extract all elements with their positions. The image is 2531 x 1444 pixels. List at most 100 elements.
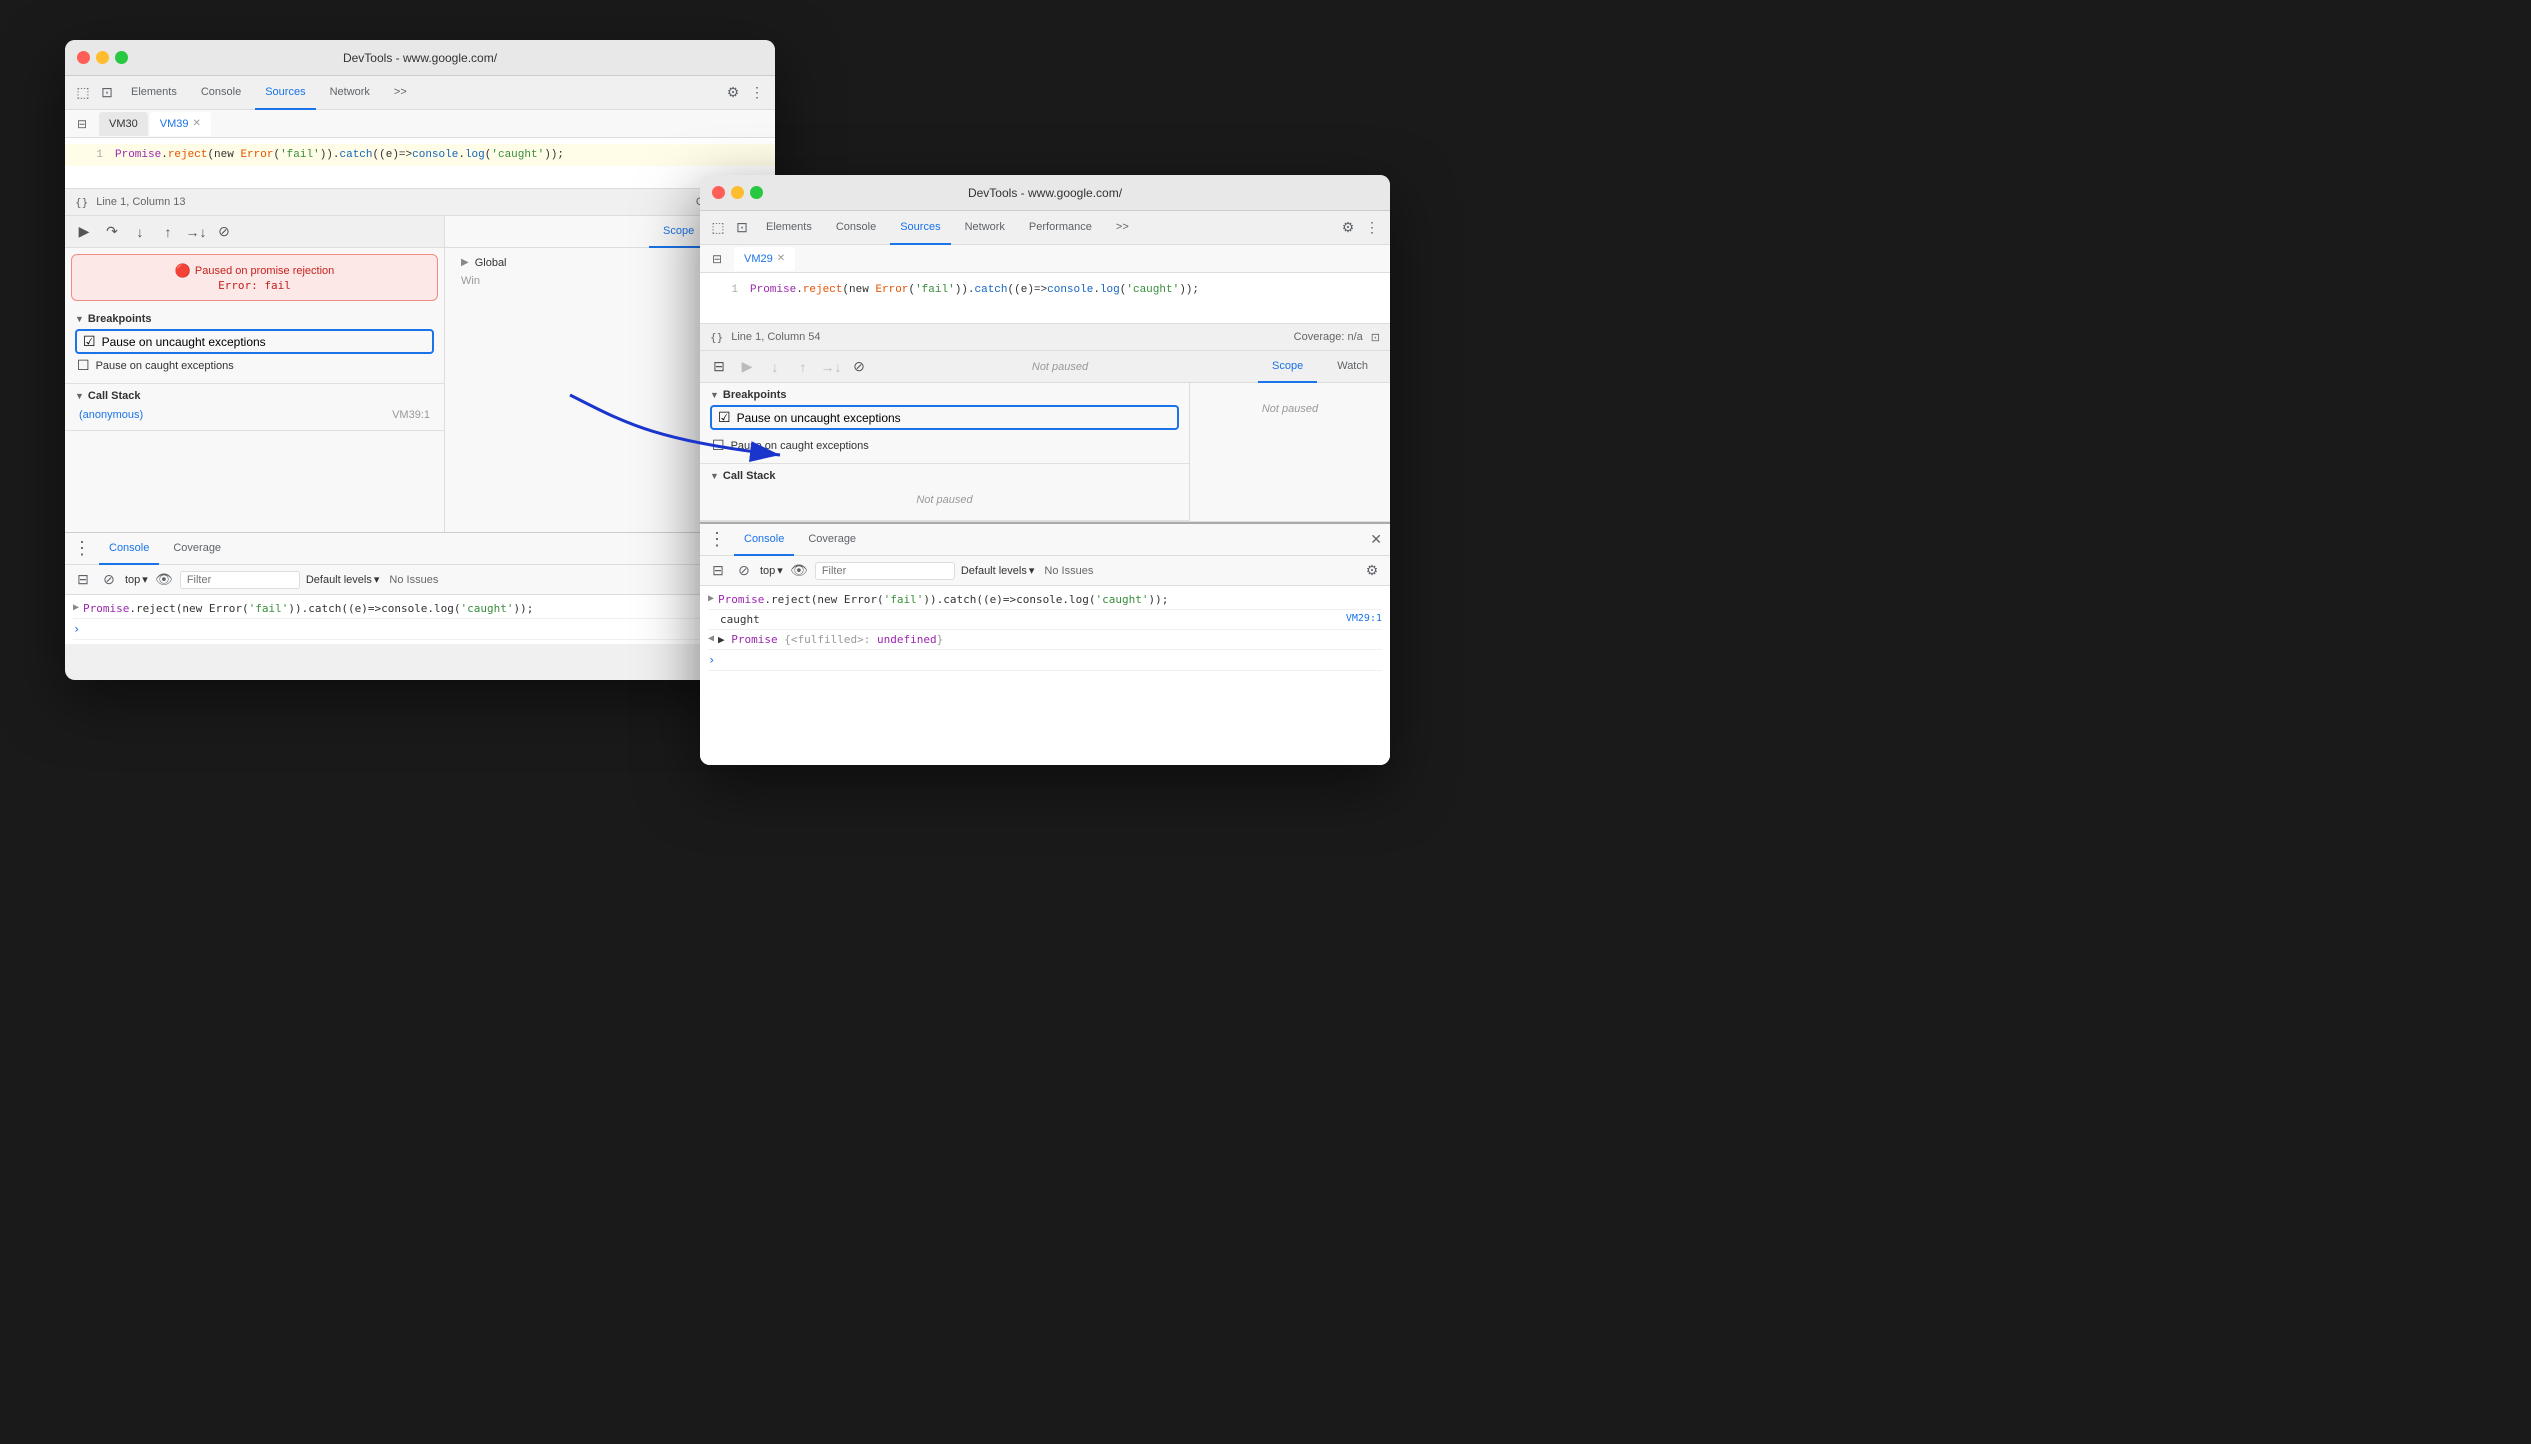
console-tab-2[interactable]: Console bbox=[734, 524, 794, 556]
maximize-button[interactable] bbox=[115, 51, 128, 64]
checkbox-uncaught-2[interactable]: ☑ bbox=[718, 409, 731, 426]
sidebar-toggle-1[interactable]: ⊟ bbox=[73, 115, 91, 133]
code-area-1: 1 Promise.reject(new Error('fail')).catc… bbox=[65, 138, 775, 188]
tab-network-1[interactable]: Network bbox=[320, 76, 380, 110]
close-console-btn[interactable]: ✕ bbox=[1370, 531, 1382, 548]
resume-btn-2[interactable]: ▶ bbox=[736, 356, 758, 378]
default-levels-1[interactable]: Default levels ▾ bbox=[306, 573, 380, 586]
device-icon[interactable]: ⊡ bbox=[97, 83, 117, 103]
close-tab-vm29[interactable]: ✕ bbox=[777, 253, 785, 264]
filter-input-1[interactable] bbox=[180, 571, 300, 589]
tab-console-2[interactable]: Console bbox=[826, 211, 886, 245]
devtools-window-2[interactable]: DevTools - www.google.com/ ⬚ ⊡ Elements … bbox=[700, 175, 1390, 765]
gear-icon-1[interactable]: ⚙ bbox=[723, 83, 743, 103]
tab-elements-1[interactable]: Elements bbox=[121, 76, 187, 110]
file-tab-vm30-1[interactable]: VM30 bbox=[99, 112, 148, 136]
tab-elements-2[interactable]: Elements bbox=[756, 211, 822, 245]
deactivate-btn-2[interactable]: ⊘ bbox=[848, 356, 870, 378]
resume-btn[interactable]: ▶ bbox=[73, 221, 95, 243]
scope-arrow-global: ▶ bbox=[461, 257, 469, 269]
eye-icon-2[interactable]: 👁 bbox=[789, 561, 809, 581]
tab-performance-2[interactable]: Performance bbox=[1019, 211, 1102, 245]
file-tab-vm39[interactable]: VM39 ✕ bbox=[150, 112, 211, 136]
pause-caught-row-1[interactable]: ☐ Pause on caught exceptions bbox=[75, 354, 434, 377]
checkbox-caught-1[interactable]: ☐ bbox=[77, 357, 90, 374]
format-icon-2[interactable]: {} bbox=[710, 331, 723, 344]
tab-more-1[interactable]: >> bbox=[384, 76, 417, 110]
checkbox-caught-2[interactable]: ☐ bbox=[712, 437, 725, 454]
tab-console-1[interactable]: Console bbox=[191, 76, 251, 110]
devtools-window-1[interactable]: DevTools - www.google.com/ ⬚ ⊡ Elements … bbox=[65, 40, 775, 680]
callstack-header-1[interactable]: ▼ Call Stack bbox=[75, 390, 434, 402]
pause-uncaught-row-2[interactable]: ☑ Pause on uncaught exceptions bbox=[710, 405, 1179, 430]
deactivate-btn[interactable]: ⊘ bbox=[213, 221, 235, 243]
close-tab-vm39[interactable]: ✕ bbox=[193, 118, 201, 129]
console-dots-2[interactable]: ⋮ bbox=[708, 529, 726, 550]
watch-tab-2[interactable]: Watch bbox=[1323, 351, 1382, 383]
inspect-icon[interactable]: ⬚ bbox=[73, 83, 93, 103]
console-sidebar-toggle[interactable]: ⊟ bbox=[73, 570, 93, 590]
file-tab-vm29[interactable]: VM29 ✕ bbox=[734, 247, 795, 271]
console-loc-2[interactable]: VM29:1 bbox=[1346, 613, 1382, 624]
dots-icon-2[interactable]: ⋮ bbox=[1362, 218, 1382, 238]
format-icon-1[interactable]: {} bbox=[75, 196, 88, 209]
minimize-button[interactable] bbox=[96, 51, 109, 64]
eye-icon-1[interactable]: 👁 bbox=[154, 570, 174, 590]
default-levels-2[interactable]: Default levels ▾ bbox=[961, 564, 1035, 577]
expand-icon-2[interactable]: ⊡ bbox=[1371, 331, 1380, 344]
console-tab-1[interactable]: Console bbox=[99, 533, 159, 565]
console-toolbar-2: ⊟ ⊘ top ▾ 👁 Default levels ▾ No Issues ⚙ bbox=[700, 556, 1390, 586]
tab-sources-1[interactable]: Sources bbox=[255, 76, 315, 110]
step-out-btn[interactable]: ↑ bbox=[157, 221, 179, 243]
step-into-btn[interactable]: ↓ bbox=[129, 221, 151, 243]
inspect-icon-2[interactable]: ⬚ bbox=[708, 218, 728, 238]
filter-input-2[interactable] bbox=[815, 562, 955, 580]
coverage-tab-1[interactable]: Coverage bbox=[163, 533, 231, 565]
step-into-btn-2[interactable]: ↑ bbox=[792, 356, 814, 378]
file-tab-bar-1: ⊟ VM30 VM39 ✕ bbox=[65, 110, 775, 138]
triangle-callstack-2: ▼ bbox=[710, 471, 719, 481]
device-icon-2[interactable]: ⊡ bbox=[732, 218, 752, 238]
breakpoints-header-1[interactable]: ▼ Breakpoints bbox=[75, 313, 434, 325]
scope-tab-2[interactable]: Scope bbox=[1258, 351, 1317, 383]
console-sidebar-toggle-2[interactable]: ⊟ bbox=[708, 561, 728, 581]
context-selector-1[interactable]: top ▾ bbox=[125, 573, 148, 586]
pause-uncaught-row-1[interactable]: ☑ Pause on uncaught exceptions bbox=[75, 329, 434, 354]
minimize-button-2[interactable] bbox=[731, 186, 744, 199]
console-dots-1[interactable]: ⋮ bbox=[73, 538, 91, 559]
dots-icon-1[interactable]: ⋮ bbox=[747, 83, 767, 103]
sidebar-toggle-2[interactable]: ⊟ bbox=[708, 250, 726, 268]
step-over-btn-2[interactable]: ↓ bbox=[764, 356, 786, 378]
no-symbol-icon-1[interactable]: ⊘ bbox=[99, 570, 119, 590]
coverage-tab-2[interactable]: Coverage bbox=[798, 524, 866, 556]
console-cursor-row-2[interactable]: › bbox=[708, 650, 1382, 671]
console-entry-promise: ◀ ▶ Promise {<fulfilled>: undefined} bbox=[708, 630, 1382, 650]
breakpoints-header-2[interactable]: ▼ Breakpoints bbox=[710, 389, 1179, 401]
tab-network-2[interactable]: Network bbox=[955, 211, 1015, 245]
callstack-loc-1: VM39:1 bbox=[392, 409, 430, 421]
pause-caught-row-2[interactable]: ☐ Pause on caught exceptions bbox=[710, 434, 1179, 457]
checkbox-uncaught-1[interactable]: ☑ bbox=[83, 333, 96, 350]
pause-sidebar-btn-2[interactable]: ⊟ bbox=[708, 356, 730, 378]
tab-more-2[interactable]: >> bbox=[1106, 211, 1139, 245]
step-out-btn-2[interactable]: →↓ bbox=[820, 356, 842, 378]
error-icon-1: 🔴 bbox=[175, 263, 191, 279]
console-tabs-2: ⋮ Console Coverage ✕ bbox=[700, 524, 1390, 556]
gear-icon-console-2[interactable]: ⚙ bbox=[1362, 561, 1382, 581]
console-cursor-row-1[interactable]: › bbox=[73, 619, 767, 640]
callstack-header-2[interactable]: ▼ Call Stack bbox=[710, 470, 1179, 482]
no-symbol-icon-2[interactable]: ⊘ bbox=[734, 561, 754, 581]
triangle-callstack-1: ▼ bbox=[75, 391, 84, 401]
traffic-lights-1 bbox=[77, 51, 128, 64]
promise-text: ▶ Promise {<fulfilled>: undefined} bbox=[718, 633, 1382, 646]
callstack-entry-1[interactable]: (anonymous) VM39:1 bbox=[75, 406, 434, 424]
close-button-2[interactable] bbox=[712, 186, 725, 199]
maximize-button-2[interactable] bbox=[750, 186, 763, 199]
window-title-2: DevTools - www.google.com/ bbox=[968, 186, 1122, 200]
close-button[interactable] bbox=[77, 51, 90, 64]
tab-sources-2[interactable]: Sources bbox=[890, 211, 950, 245]
context-selector-2[interactable]: top ▾ bbox=[760, 564, 783, 577]
step-btn[interactable]: →↓ bbox=[185, 221, 207, 243]
gear-icon-2[interactable]: ⚙ bbox=[1338, 218, 1358, 238]
step-over-btn[interactable]: ↷ bbox=[101, 221, 123, 243]
